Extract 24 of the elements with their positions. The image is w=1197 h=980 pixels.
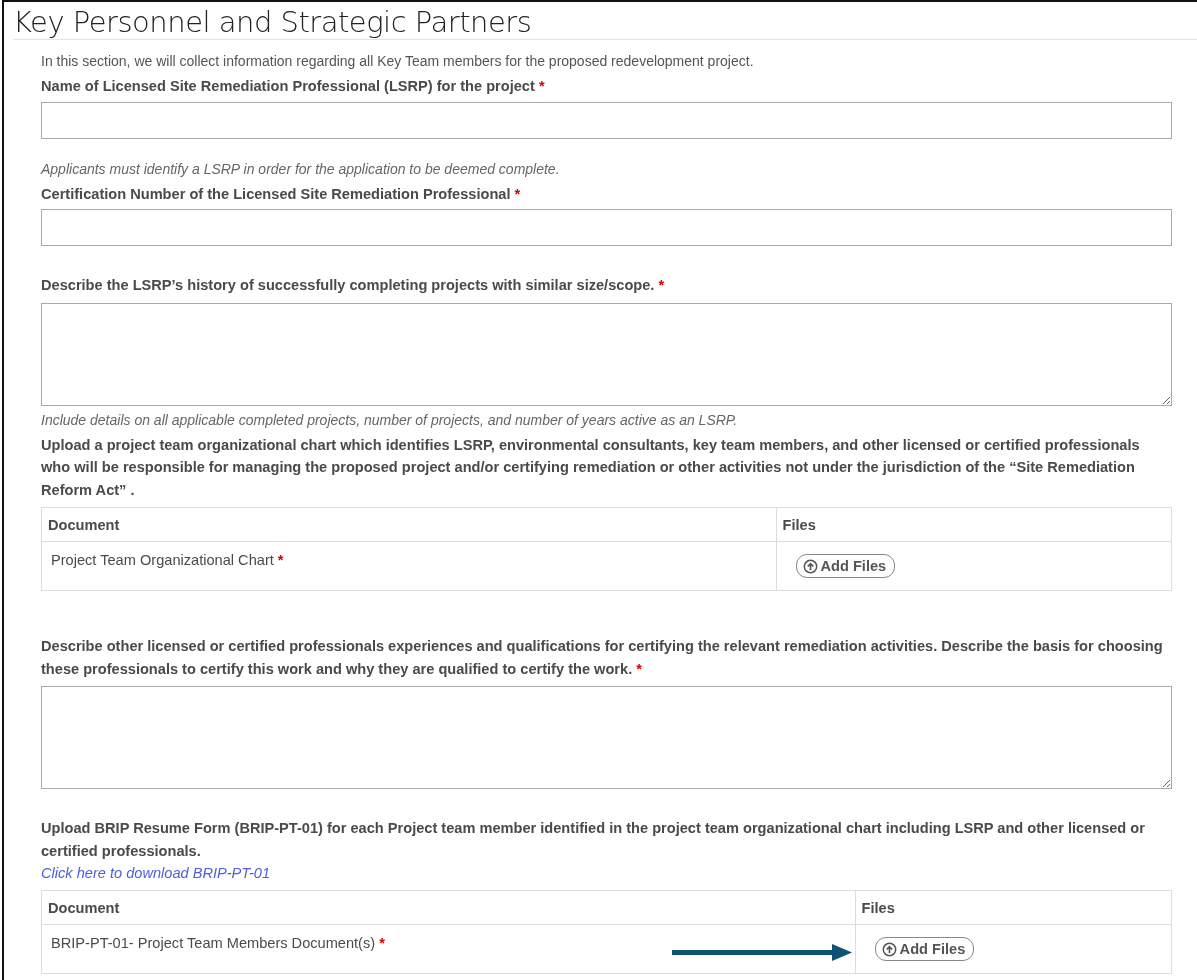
field-label: Name of Licensed Site Remediation Professional (LSRP) for the project * (41, 77, 546, 96)
help-text: Applicants must identify a LSRP in order for the application to be deemed complete. (41, 159, 561, 179)
section-intro: In this section, we will collect information regarding all Key Team members for the proposed redevelopment project. (41, 52, 755, 71)
field-label: Upload BRIP Resume Form (BRIP-PT-01) for each Project team member identified in the project team organizational chart including LSRP and other licensed or certified professionals. (41, 819, 1146, 861)
text-area-field[interactable] (41, 686, 1172, 789)
upload-icon (881, 941, 897, 957)
field-label: Upload a project team organizational chart which identifies LSRP, environmental consultants, key team members, and other licensed or certified professionals who will be responsible for managing the proposed project and/or certifying remediation or other activities not under the jurisdiction of the “Site Remediation Reform Act” . (41, 435, 1141, 500)
field-label: Certification Number of the Licensed Site Remediation Professional * (41, 184, 522, 204)
field-label: Describe the LSRP’s history of successfully completing projects with similar size/scope. * (41, 276, 666, 295)
column-header: Document (41, 890, 856, 925)
add-files-button[interactable]: Add Files (795, 554, 896, 578)
column-header: Files (776, 507, 1172, 542)
text-area-field[interactable] (41, 302, 1172, 406)
help-text: Include details on all applicable completed projects, number of projects, and number of years active as an LSRP. (41, 410, 739, 430)
field-label: Describe other licensed or certified professionals experiences and qualifications for certifying the relevant remediation activities. Describe the basis for choosing these professionals to certify this work and why they are qualified to certify the work. * (41, 637, 1164, 679)
upload-icon (802, 558, 818, 574)
table-cell: Project Team Organizational Chart * (41, 541, 776, 591)
text-input-field[interactable] (41, 209, 1172, 246)
column-header: Document (41, 507, 776, 542)
column-header: Files (855, 890, 1172, 925)
page-title: Key Personnel and Strategic Partners (12, 4, 533, 39)
download-link[interactable]: Click here to download BRIP-PT-01 (41, 865, 271, 881)
text-input-field[interactable] (41, 101, 1172, 139)
add-files-button[interactable]: Add Files (874, 937, 975, 961)
